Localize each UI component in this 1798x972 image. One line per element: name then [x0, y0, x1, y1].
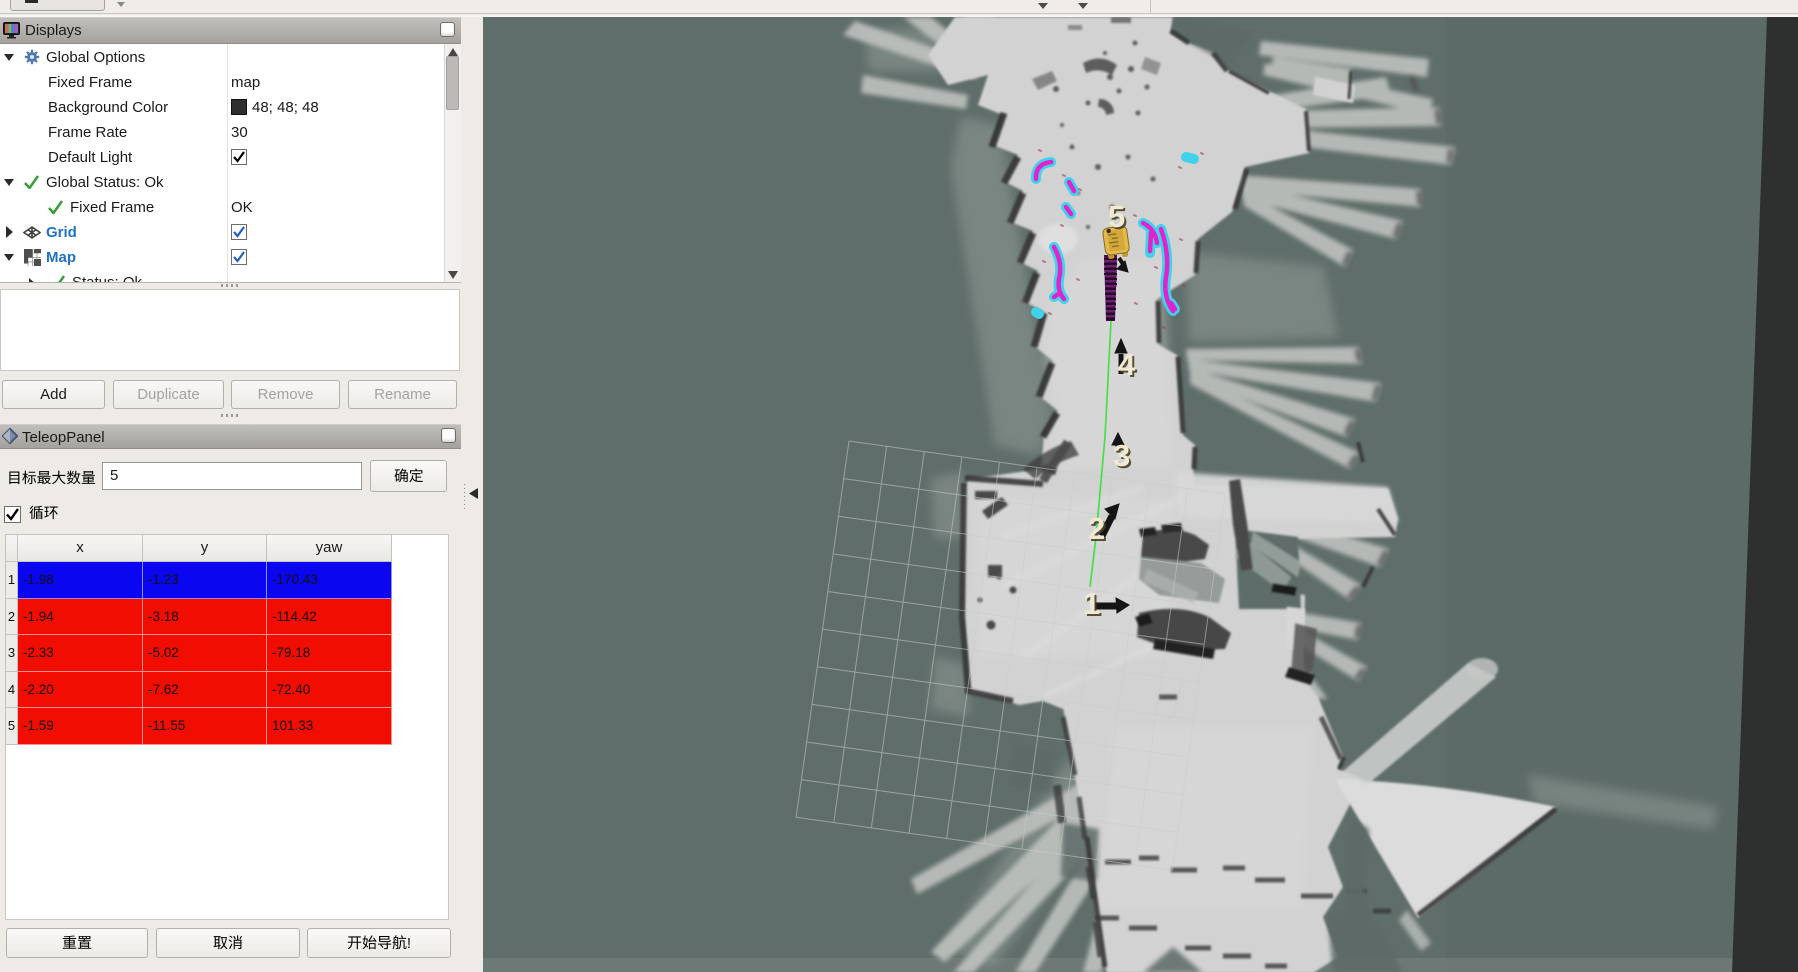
svg-text:5: 5 [1108, 199, 1125, 234]
svg-text:2: 2 [1088, 511, 1105, 546]
svg-text:1: 1 [1083, 586, 1100, 621]
svg-text:4: 4 [1118, 347, 1136, 382]
svg-text:3: 3 [1113, 438, 1130, 473]
